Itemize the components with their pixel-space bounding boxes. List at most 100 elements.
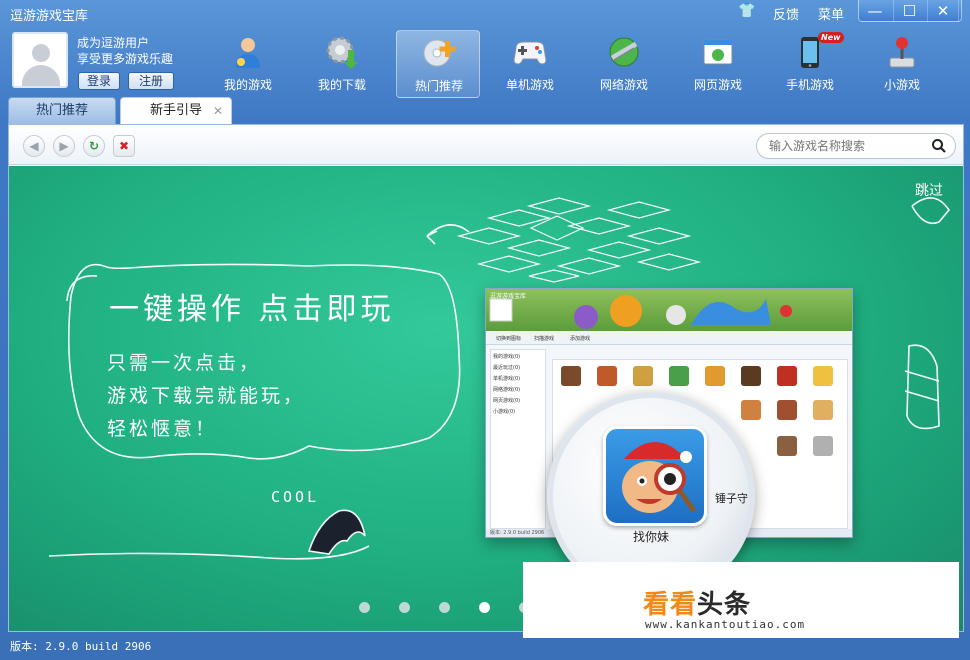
preview-game-tile	[813, 436, 833, 456]
banner-line: 轻松惬意！	[107, 418, 218, 440]
cool-doodle-text: COOL	[271, 488, 320, 506]
watermark-url: www.kankantoutiao.com	[645, 618, 806, 631]
avatar-head-shape	[32, 44, 50, 62]
nav-hot-recommend[interactable]: 热门推荐	[396, 30, 480, 98]
tab-beginner-guide[interactable]: 新手引导 ✕	[120, 97, 232, 125]
page-dot[interactable]	[359, 602, 370, 613]
app-title: 逗游游戏宝库	[10, 9, 89, 24]
preview-toolbar-item: 切换到图标	[496, 336, 522, 342]
preview-game-tile	[777, 366, 797, 386]
nav-mini-games[interactable]: 小游戏	[860, 30, 944, 98]
joystick-icon	[889, 37, 915, 68]
menu-link[interactable]: 菜单	[818, 4, 844, 23]
preview-game-tile	[813, 400, 833, 420]
gamepad-icon	[513, 41, 547, 65]
preview-game-tile	[561, 366, 581, 386]
refresh-button[interactable]: ↻	[83, 135, 105, 157]
maximize-button[interactable]: ☐	[893, 0, 925, 22]
user-games-icon	[236, 38, 260, 68]
preview-sidebar: 我的游戏(0) 最近玩过(0) 单机游戏(0) 网络游戏(0) 网页游戏(0) …	[490, 349, 546, 529]
new-badge: New	[818, 32, 844, 43]
search-input[interactable]	[769, 138, 929, 154]
preview-game-tile	[741, 400, 761, 420]
avatar-body-shape	[22, 65, 60, 86]
stop-button[interactable]: ✖	[113, 135, 135, 157]
preview-sidebar-item: 网络游戏(0)	[493, 387, 521, 393]
cd-plus-icon	[423, 39, 456, 67]
preview-game-tile	[777, 400, 797, 420]
cartoon-face-icon	[622, 442, 697, 513]
user-promo-line1: 成为逗游用户	[77, 36, 150, 50]
game-name-partial: 锤子守	[715, 492, 748, 505]
preview-sidebar-item: 小游戏(0)	[493, 409, 516, 415]
globe-icon	[609, 37, 639, 67]
close-button[interactable]: ✕	[927, 0, 959, 22]
preview-toolbar-item: 扫描游戏	[534, 336, 555, 342]
nav-single-games[interactable]: 单机游戏	[488, 30, 572, 98]
nav-online-games[interactable]: 网络游戏	[582, 30, 666, 98]
search-icon[interactable]	[931, 138, 947, 154]
preview-sidebar-item: 单机游戏(0)	[493, 376, 521, 382]
download-gear-icon	[326, 36, 358, 69]
version-text: 版本: 2.9.0 build 2906	[10, 640, 152, 653]
banner-line: 游戏下载完就能玩，	[107, 385, 306, 407]
back-button[interactable]: ◀	[23, 135, 45, 157]
page-dot-active[interactable]	[479, 602, 490, 613]
content-frame: ◀ ▶ ↻ ✖ 输入游戏名称搜索 跳过 一键操作 点击即玩 只需一次点击， 游戏…	[8, 124, 964, 632]
skip-button[interactable]: 跳过	[915, 180, 943, 200]
kankantoutiao-watermark: 看看头条 www.kankantoutiao.com	[523, 562, 959, 638]
preview-sidebar-item: 我的游戏(0)	[493, 354, 521, 360]
forward-button[interactable]: ▶	[53, 135, 75, 157]
login-button[interactable]: 登录	[78, 72, 120, 90]
title-bar[interactable]: 逗游游戏宝库 👕 反馈 菜单 — ☐ ✕	[0, 0, 970, 26]
search-box[interactable]	[756, 133, 956, 159]
preview-toolbar-item: 添加游戏	[570, 336, 591, 342]
nav-label: 网络游戏	[599, 78, 648, 92]
game-icon-zhaonimei	[603, 426, 707, 526]
avatar[interactable]	[12, 32, 68, 88]
nav-label: 网页游戏	[693, 78, 742, 92]
preview-sidebar-item: 最近玩过(0)	[493, 365, 521, 371]
tab-close-icon[interactable]: ✕	[213, 98, 223, 124]
feedback-link[interactable]: 反馈	[773, 4, 799, 23]
watermark-brand-part1: 看看	[643, 590, 698, 620]
window-controls: — ☐ ✕	[858, 0, 962, 22]
nav-my-games[interactable]: 我的游戏	[206, 30, 290, 98]
page-dot[interactable]	[439, 602, 450, 613]
preview-game-tile	[633, 366, 653, 386]
browser-toolbar: ◀ ▶ ↻ ✖	[9, 125, 963, 165]
nav-mobile-games[interactable]: New 手机游戏	[768, 30, 852, 98]
preview-game-tile	[705, 366, 725, 386]
nav-label: 我的游戏	[223, 78, 272, 92]
tab-hot-recommend[interactable]: 热门推荐	[8, 97, 116, 125]
tab-label: 新手引导	[149, 103, 202, 118]
banner-line: 只需一次点击，	[107, 352, 262, 374]
watermark-brand-part2: 头条	[697, 590, 752, 620]
banner-title: 一键操作 点击即玩	[109, 292, 395, 327]
skin-shirt-icon[interactable]: 👕	[738, 3, 756, 21]
nav-label: 我的下载	[317, 78, 366, 92]
preview-game-tile	[669, 366, 689, 386]
preview-game-tile	[741, 366, 761, 386]
preview-game-tile	[777, 436, 797, 456]
user-promo-line2: 享受更多游戏乐趣	[77, 52, 174, 66]
minimize-button[interactable]: —	[859, 0, 891, 22]
game-name: 找你妹	[632, 530, 669, 544]
tab-label: 热门推荐	[35, 103, 88, 118]
preview-toolbar: 切换到图标 扫描游戏 添加游戏	[486, 331, 852, 345]
preview-mascots	[489, 295, 792, 329]
nav-label: 小游戏	[883, 78, 920, 92]
register-button[interactable]: 注册	[128, 72, 174, 90]
nav-label: 单机游戏	[505, 78, 554, 92]
nav-label: 手机游戏	[785, 78, 834, 92]
status-bar: 版本: 2.9.0 build 2906	[0, 634, 970, 660]
nav-my-downloads[interactable]: 我的下载	[300, 30, 384, 98]
nav-web-games[interactable]: 网页游戏	[676, 30, 760, 98]
preview-game-tile	[813, 366, 833, 386]
page-dot[interactable]	[399, 602, 410, 613]
app-window: 逗游游戏宝库 👕 反馈 菜单 — ☐ ✕ 成为逗游用户 享受更多游戏乐趣 登录 …	[0, 0, 970, 660]
watermark-brand: 看看头条	[643, 584, 751, 621]
web-game-icon	[703, 39, 733, 65]
preview-header: 逗游游戏宝库	[486, 289, 852, 331]
preview-game-tile	[597, 366, 617, 386]
